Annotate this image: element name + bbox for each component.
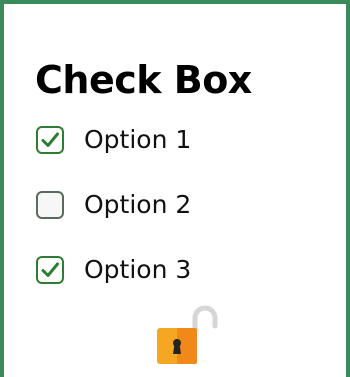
checkbox-panel: Check Box Option 1 Option 2 Option 3: [0, 0, 350, 377]
checkbox-1[interactable]: [36, 126, 64, 154]
option-2-label: Option 2: [84, 190, 192, 219]
checkmark-icon: [41, 132, 59, 147]
checkbox-option-1[interactable]: Option 1: [36, 123, 191, 157]
checkbox-3[interactable]: [36, 256, 64, 284]
page-title: Check Box: [35, 58, 252, 102]
option-3-label: Option 3: [84, 255, 192, 284]
checkbox-option-3[interactable]: Option 3: [36, 253, 191, 287]
checkbox-2[interactable]: [36, 191, 64, 219]
option-1-label: Option 1: [84, 125, 192, 154]
unlocked-padlock-icon: [157, 305, 218, 364]
checkbox-option-2[interactable]: Option 2: [36, 188, 191, 222]
checkmark-icon: [41, 262, 59, 277]
